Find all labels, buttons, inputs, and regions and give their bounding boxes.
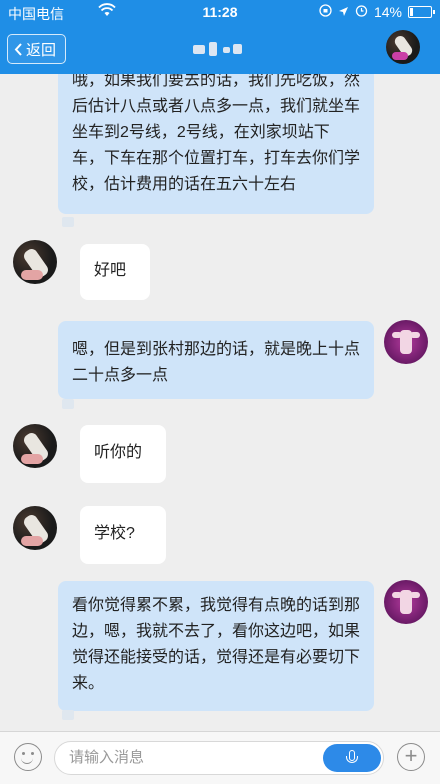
- status-bar: 中国电信 11:28 14%: [0, 0, 440, 24]
- sender-avatar[interactable]: [13, 506, 57, 550]
- message-input-bar: 请输入消息 +: [0, 731, 440, 784]
- back-label: 返回: [26, 41, 57, 59]
- message-bubble-incoming[interactable]: 听你的: [80, 425, 166, 483]
- alarm-icon: [355, 4, 368, 20]
- message-text: 听你的: [94, 444, 143, 461]
- own-avatar[interactable]: [384, 320, 428, 364]
- chat-header: 返回: [0, 24, 440, 74]
- voice-message-icon: [62, 399, 74, 409]
- voice-message-icon: [62, 710, 74, 720]
- contact-name-redacted: [193, 42, 245, 56]
- plus-icon[interactable]: +: [397, 743, 425, 771]
- location-icon: [338, 4, 349, 20]
- battery-icon: [408, 6, 435, 18]
- message-bubble-outgoing[interactable]: 嗯，但是到张村那边的话，就是晚上十点二十点多一点: [58, 321, 374, 399]
- message-text: 嗯，但是到张村那边的话，就是晚上十点二十点多一点: [72, 341, 361, 384]
- contact-avatar[interactable]: [386, 30, 420, 64]
- message-text: 看你觉得累不累，我觉得有点晚的话到那边，嗯，我就不去了，看你这边吧，如果觉得还能…: [72, 597, 361, 692]
- own-avatar[interactable]: [384, 580, 428, 624]
- sender-avatar[interactable]: [13, 424, 57, 468]
- message-text: 哦，如果我们要去的话，我们先吃饭，然后估计八点或者八点多一点，我们就坐车坐车到2…: [72, 74, 361, 193]
- message-bubble-outgoing[interactable]: 哦，如果我们要去的话，我们先吃饭，然后估计八点或者八点多一点，我们就坐车坐车到2…: [58, 74, 374, 214]
- sender-avatar[interactable]: [13, 240, 57, 284]
- voice-message-icon: [62, 217, 74, 227]
- chevron-left-icon: [14, 42, 22, 56]
- message-text: 好吧: [94, 262, 127, 279]
- message-bubble-incoming[interactable]: 学校?: [80, 506, 166, 564]
- battery-percent: 14%: [373, 4, 402, 20]
- message-bubble-outgoing[interactable]: 看你觉得累不累，我觉得有点晚的话到那边，嗯，我就不去了，看你这边吧，如果觉得还能…: [58, 581, 374, 711]
- message-text: 学校?: [94, 525, 135, 542]
- voice-button[interactable]: [323, 744, 381, 772]
- message-bubble-incoming[interactable]: 好吧: [80, 244, 150, 300]
- smiley-icon[interactable]: [14, 743, 42, 771]
- orientation-lock-icon: [319, 4, 332, 20]
- back-button[interactable]: 返回: [7, 34, 67, 64]
- message-list[interactable]: 哦，如果我们要去的话，我们先吃饭，然后估计八点或者八点多一点，我们就坐车坐车到2…: [0, 74, 440, 731]
